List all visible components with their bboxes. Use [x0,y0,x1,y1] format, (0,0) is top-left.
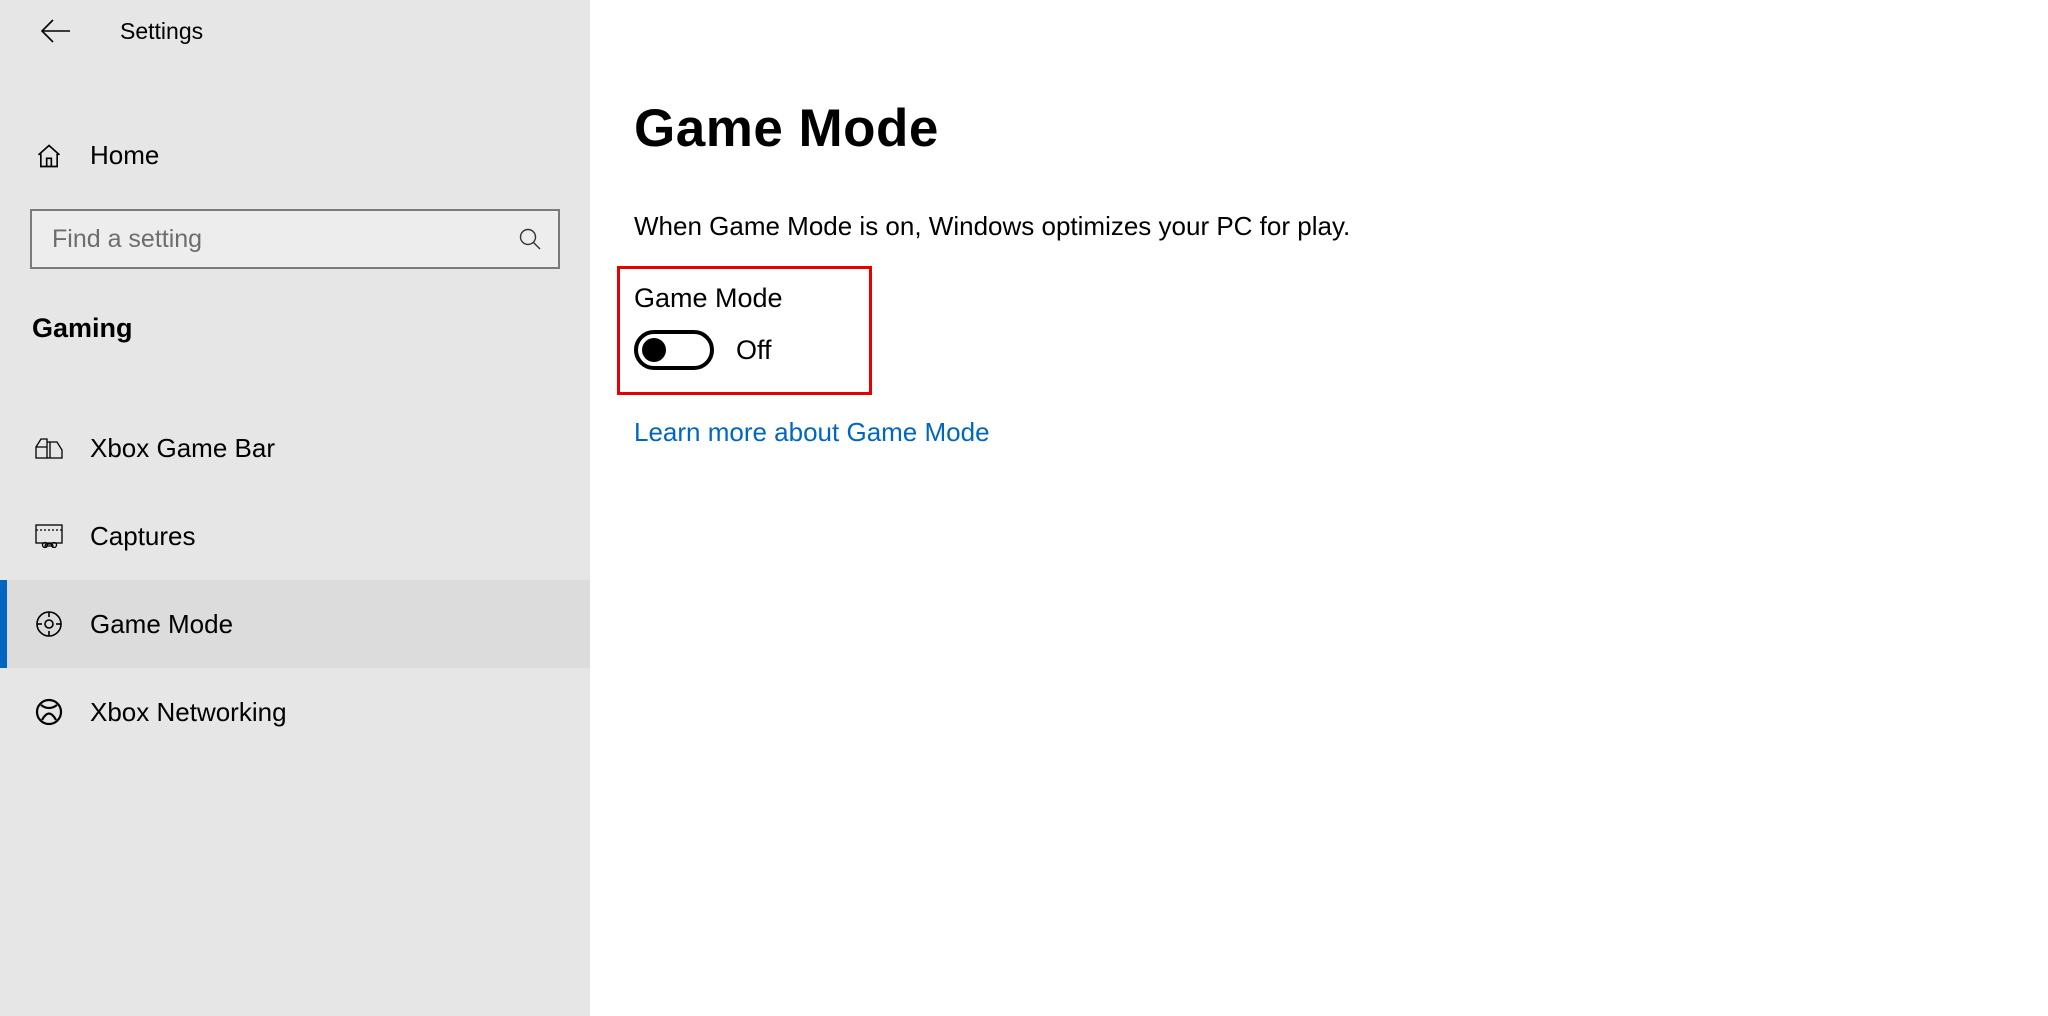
search-box [30,209,560,269]
sidebar-title: Settings [120,18,203,45]
captures-icon [34,521,64,551]
annotation-highlight-box: Game Mode Off [617,266,872,395]
xbox-networking-icon [34,697,64,727]
sidebar-item-label: Xbox Game Bar [90,433,275,464]
home-icon [34,141,64,171]
toggle-row: Off [634,330,783,370]
back-button[interactable] [30,6,80,56]
sidebar-item-label: Xbox Networking [90,697,287,728]
learn-more-link[interactable]: Learn more about Game Mode [634,417,990,448]
search-icon[interactable] [518,227,542,251]
sidebar-home-label: Home [90,140,159,171]
sidebar-item-captures[interactable]: Captures [0,492,590,580]
toggle-knob [642,338,666,362]
page-description: When Game Mode is on, Windows optimizes … [634,211,2048,242]
sidebar-home[interactable]: Home [0,112,590,199]
sidebar-item-xbox-game-bar[interactable]: Xbox Game Bar [0,404,590,492]
sidebar: Settings Home Gaming [0,0,590,1016]
sidebar-header: Settings [0,0,590,62]
sidebar-section-header: Gaming [32,313,590,344]
toggle-label: Game Mode [634,283,783,314]
sidebar-nav-list: Xbox Game Bar Captures [0,404,590,756]
search-input[interactable] [30,209,560,269]
sidebar-item-game-mode[interactable]: Game Mode [0,580,590,668]
main-content: Game Mode When Game Mode is on, Windows … [590,0,2048,1016]
sidebar-item-label: Game Mode [90,609,233,640]
sidebar-item-xbox-networking[interactable]: Xbox Networking [0,668,590,756]
toggle-state: Off [736,335,772,366]
arrow-left-icon [40,19,70,43]
game-mode-toggle[interactable] [634,330,714,370]
sidebar-item-label: Captures [90,521,196,552]
xbox-game-bar-icon [34,433,64,463]
game-mode-icon [34,609,64,639]
page-title: Game Mode [634,98,2048,159]
